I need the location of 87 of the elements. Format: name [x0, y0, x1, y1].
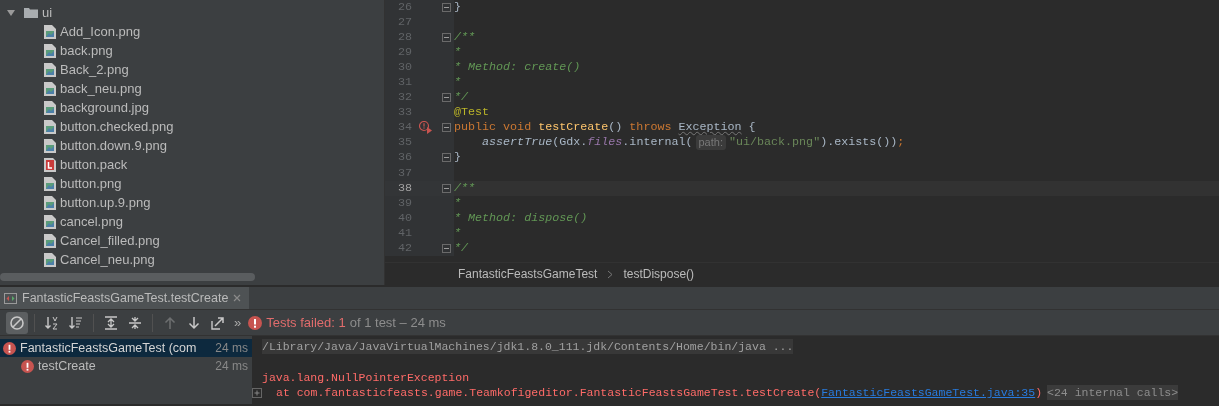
code-text: */ — [454, 240, 469, 256]
code-text: * Method: create() — [454, 60, 581, 76]
file-name[interactable]: Cancel_filled.png — [60, 230, 160, 251]
stack-trace-text: ) — [1035, 384, 1043, 401]
down-arrow-icon — [186, 314, 202, 331]
image-file-icon — [44, 252, 56, 267]
folder-name[interactable]: ui — [42, 2, 53, 23]
fold-icon[interactable] — [441, 153, 451, 163]
line-number: 38 — [396, 180, 412, 196]
status-text: of 1 test – 24 ms — [349, 313, 446, 332]
more-button[interactable]: » — [231, 312, 245, 333]
file-name[interactable]: Cancel_neu.png — [60, 249, 155, 270]
fold-icon[interactable] — [441, 183, 451, 193]
export-icon — [210, 314, 226, 331]
image-file-icon — [44, 81, 56, 96]
file-name[interactable]: back_neu.png — [60, 78, 142, 99]
error-icon — [248, 315, 263, 330]
file-name[interactable]: Back_2.png — [60, 59, 129, 80]
image-file-icon — [44, 214, 56, 229]
fold-icon[interactable] — [441, 3, 451, 12]
test-tree-row[interactable]: FantasticFeastsGameTest (com 24 ms — [0, 339, 252, 357]
image-file-icon — [44, 100, 56, 115]
file-name[interactable]: button.down.9.png — [60, 135, 167, 156]
file-name[interactable]: cancel.png — [60, 211, 123, 232]
fold-icon[interactable] — [441, 123, 451, 133]
duration: 24 ms — [215, 340, 248, 357]
cancel-icon — [9, 314, 25, 331]
code-text: /** — [454, 30, 476, 46]
chevron-icon — [607, 269, 614, 279]
run-tab[interactable]: FantasticFeastsGameTest.testCreate — [0, 287, 250, 309]
image-file-icon — [44, 24, 56, 39]
expand-all-icon — [103, 314, 119, 331]
test-failed-icon[interactable] — [419, 121, 433, 135]
sort-icon — [68, 314, 84, 331]
source-link[interactable]: FantasticFeastsGameTest.java:35 — [821, 384, 1036, 401]
stack-trace-text: at com.fantasticfeasts.game.Teamkofigeditor.FantasticFeastsGameTest.testCreate( — [276, 384, 822, 401]
code-text: assertTrue(Gdx.files.internal( — [481, 135, 693, 151]
toolbar-button[interactable] — [6, 311, 28, 334]
file-name[interactable]: button.up.9.png — [60, 192, 151, 213]
expand-icon[interactable] — [252, 387, 262, 398]
breadcrumb[interactable]: testDispose() — [623, 265, 695, 283]
exception-text: java.lang.NullPointerException — [262, 369, 470, 385]
test-name: testCreate — [38, 357, 96, 375]
image-file-icon — [44, 43, 56, 58]
code-text: } — [454, 150, 461, 166]
code-text: */ — [454, 90, 469, 106]
code-text: * — [454, 75, 461, 91]
sort-alpha-icon — [44, 314, 60, 331]
up-arrow-icon — [162, 314, 178, 331]
status-text: Tests failed: 1 — [266, 313, 346, 332]
image-file-icon — [44, 119, 56, 134]
image-file-icon — [44, 62, 56, 77]
file-name[interactable]: button.png — [60, 173, 122, 194]
image-file-icon — [44, 176, 56, 191]
breadcrumb[interactable]: FantasticFeastsGameTest — [458, 265, 598, 283]
fold-icon[interactable] — [441, 33, 451, 43]
image-file-icon — [44, 233, 56, 248]
test-tree-row[interactable]: testCreate 24 ms — [0, 357, 252, 375]
image-file-icon — [44, 195, 56, 210]
code-text: public void testCreate() throws Exception { — [454, 120, 756, 136]
file-name[interactable]: button.pack — [60, 154, 128, 175]
parameter-hint: path: — [695, 135, 726, 151]
code-text: * — [454, 45, 461, 61]
fold-icon[interactable] — [441, 243, 451, 253]
console-command: /Library/Java/JavaVirtualMachines/jdk1.8.0_111.jdk/Contents/Home/bin/java ... — [262, 339, 794, 355]
code-text: @Test — [454, 105, 490, 121]
file-name[interactable]: background.jpg — [60, 97, 149, 118]
code-text: "ui/back.png").exists()); — [728, 135, 905, 151]
test-name: FantasticFeastsGameTest (com — [20, 339, 197, 357]
code-text: * — [454, 225, 461, 241]
run-config-icon — [4, 292, 17, 304]
scrollbar[interactable] — [0, 273, 255, 281]
fold-icon[interactable] — [441, 93, 451, 103]
expand-arrow-icon[interactable] — [6, 7, 16, 18]
file-name[interactable]: back.png — [60, 40, 113, 61]
code-text: /** — [454, 180, 476, 196]
file-name[interactable]: button.checked.png — [60, 116, 174, 137]
code-text: * Method: dispose() — [454, 210, 588, 226]
collapse-all-icon — [127, 314, 143, 331]
duration: 24 ms — [215, 358, 248, 375]
image-file-icon — [44, 138, 56, 153]
file-name[interactable]: Add_Icon.png — [60, 21, 141, 42]
folder-icon — [24, 7, 38, 18]
code-text: } — [454, 0, 461, 16]
text-file-icon — [44, 157, 56, 172]
code-text: * — [454, 195, 461, 211]
folded-calls[interactable]: <24 internal calls> — [1047, 384, 1179, 401]
